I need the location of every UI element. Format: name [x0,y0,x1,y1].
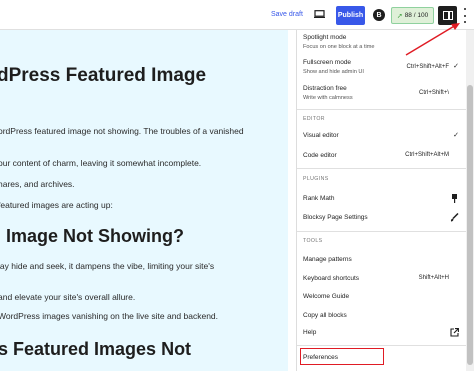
desktop-preview-icon[interactable] [314,10,325,18]
menu-divider [297,231,466,232]
preferences-highlight-box [300,348,384,365]
paragraph[interactable]: hares, and archives. [0,179,75,189]
section-heading[interactable]: Image Not Showing? [6,226,184,247]
paragraph[interactable]: WordPress images vanishing on the live s… [0,311,218,321]
paragraph[interactable]: our content of charm, leaving it somewha… [0,158,201,168]
menu-item-manage-patterns[interactable]: Manage patterns [297,253,466,267]
editor-canvas[interactable]: dPress Featured Image ordPress featured … [0,30,288,371]
menu-item-copy-all-blocks[interactable]: Copy all blocks [297,309,466,323]
publish-button[interactable]: Publish [336,6,365,25]
options-kebab-icon[interactable] [462,8,468,23]
menu-item-rank-math[interactable]: Rank Math [297,192,466,206]
menu-section-plugins: PLUGINS [303,176,329,182]
menu-item-fullscreen-mode[interactable]: Fullscreen mode Show and hide admin UI C… [297,57,466,79]
check-icon: ✓ [453,132,459,139]
options-dropdown-menu: Spotlight mode Focus on one block at a t… [296,30,466,371]
rank-math-score-button[interactable]: ➚ 88 / 100 [391,7,434,24]
seo-score-value: 88 / 100 [404,12,429,19]
menu-item-visual-editor[interactable]: Visual editor ✓ [297,130,466,144]
menu-scrollbar[interactable] [466,30,474,371]
paragraph[interactable]: ordPress featured image not showing. The… [0,126,244,136]
canvas-gutter [288,30,296,371]
blocksy-icon[interactable]: B [373,9,385,21]
menu-item-help[interactable]: Help [297,326,466,340]
menu-section-editor: EDITOR [303,116,325,122]
menu-item-welcome-guide[interactable]: Welcome Guide [297,290,466,304]
brush-icon [450,213,459,222]
menu-item-keyboard-shortcuts[interactable]: Keyboard shortcuts Shift+Alt+H [297,272,466,286]
paragraph[interactable]: lay hide and seek, it dampens the vibe, … [0,261,214,271]
menu-divider [297,168,466,169]
settings-toggle-button[interactable] [438,6,457,25]
menu-item-spotlight-mode[interactable]: Spotlight mode Focus on one block at a t… [297,32,466,54]
settings-panel-icon [442,11,453,20]
save-draft-button[interactable]: Save draft [271,11,303,18]
external-link-icon [450,328,459,337]
menu-section-tools: TOOLS [303,238,323,244]
rank-math-score-icon: ➚ [396,12,403,20]
post-heading[interactable]: dPress Featured Image [0,65,206,87]
paragraph[interactable]: featured images are acting up: [0,200,113,210]
check-icon: ✓ [453,63,459,70]
menu-item-distraction-free[interactable]: Distraction free Write with calmness Ctr… [297,83,466,105]
paragraph[interactable]: and elevate your site's overall allure. [0,292,135,302]
menu-item-code-editor[interactable]: Code editor Ctrl+Shift+Alt+M [297,149,466,163]
menu-divider [297,109,466,110]
section-heading[interactable]: s Featured Images Not [0,339,191,360]
editor-top-toolbar: Save draft Publish B ➚ 88 / 100 [0,0,474,30]
menu-divider [297,345,466,346]
menu-item-blocksy-page-settings[interactable]: Blocksy Page Settings [297,211,466,225]
pin-icon [452,194,457,203]
